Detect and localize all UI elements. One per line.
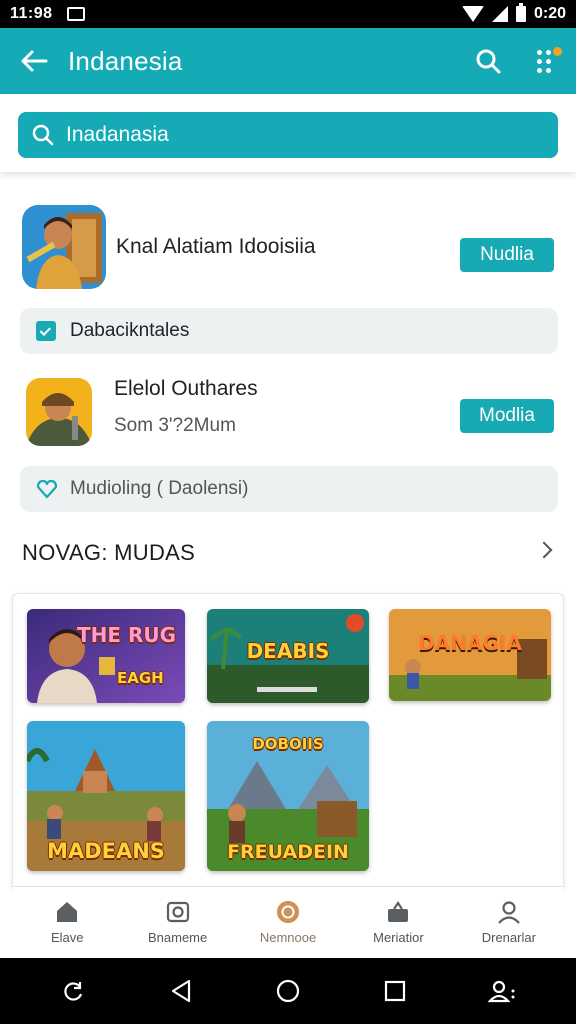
tile-title: FREUADEIN <box>227 841 349 863</box>
person-icon <box>498 901 520 924</box>
dots-grid-icon <box>537 49 551 73</box>
home-icon <box>57 902 78 922</box>
install-button[interactable]: Nudlia <box>460 238 554 272</box>
nav-item-camera[interactable]: Bnameme <box>122 887 232 958</box>
camera-icon <box>166 901 189 923</box>
more-menu-button[interactable] <box>516 33 572 89</box>
status-icons: 0:20 <box>461 3 566 23</box>
triangle-back-icon <box>171 979 190 1003</box>
search-input[interactable]: Inadanasia <box>18 112 558 158</box>
app-icon <box>26 378 92 446</box>
chip-label: Mudioling ( Daolensi) <box>70 478 249 499</box>
heart-outline-icon <box>36 479 58 499</box>
status-bar: 11:98 0:20 <box>0 0 576 28</box>
app-icon <box>22 205 106 289</box>
search-container: Inadanasia <box>0 94 576 172</box>
tile-subtitle: EAGH <box>117 669 164 687</box>
app-name: Knal Alatiam Idooisiia <box>116 235 316 258</box>
game-tile[interactable]: THE RUG EAGH <box>27 609 185 703</box>
nav-item-active[interactable]: Nemnooe <box>233 887 343 958</box>
game-tile[interactable]: DOBOIIS FREUADEIN <box>207 721 369 871</box>
search-icon <box>476 49 501 74</box>
square-recents-icon <box>385 980 406 1002</box>
tile-title: DANAGIA <box>418 631 522 655</box>
app-bar: Indanesia <box>0 28 576 94</box>
rotate-button[interactable] <box>54 971 94 1011</box>
account-nav-button[interactable] <box>482 971 522 1011</box>
back-button[interactable] <box>0 28 68 94</box>
search-button[interactable] <box>460 33 516 89</box>
tile-title: THE RUG <box>77 623 177 647</box>
notification-dot <box>553 47 562 56</box>
filter-chip[interactable]: Dabacikntales <box>20 308 558 354</box>
nav-label: Drenarlar <box>481 930 536 945</box>
recents-nav-button[interactable] <box>375 971 415 1011</box>
nav-label: Elave <box>50 930 84 945</box>
nav-label: Nemnooe <box>259 930 317 945</box>
search-icon <box>32 124 54 146</box>
app-list-item[interactable]: Elelol Outhares Som 3'?2Mum Modlia <box>0 377 576 447</box>
checkbox-icon <box>36 321 56 341</box>
search-value: Inadanasia <box>66 123 169 146</box>
chevron-right-icon[interactable] <box>535 541 553 559</box>
home-nav-button[interactable] <box>268 971 308 1011</box>
rotate-icon <box>63 982 82 1001</box>
wifi-icon <box>461 6 484 22</box>
nav-item-home[interactable]: Elave <box>12 887 122 958</box>
app-info: Elelol Outhares Som 3'?2Mum <box>114 377 258 437</box>
back-nav-button[interactable] <box>161 971 201 1011</box>
filter-chip[interactable]: Mudioling ( Daolensi) <box>20 466 558 512</box>
status-time: 11:98 <box>10 5 53 22</box>
game-tile[interactable]: DANAGIA <box>389 609 551 701</box>
app-subtitle: Som 3'?2Mum <box>114 415 236 436</box>
status-clock-right: 0:20 <box>533 5 566 22</box>
install-button[interactable]: Modlia <box>460 399 554 433</box>
game-tile[interactable]: MADEANS <box>27 721 185 871</box>
person-icon <box>487 980 515 1003</box>
signal-icon <box>491 6 508 22</box>
bottom-navigation: Elave Bnameme Nemnooe Meriatior Drenarla… <box>12 886 564 958</box>
tile-subtitle: DOBOIIS <box>252 735 324 753</box>
nav-item-profile[interactable]: Drenarlar <box>454 887 564 958</box>
arrow-left-icon <box>21 50 48 72</box>
nav-item-bag[interactable]: Meriatior <box>343 887 453 958</box>
circle-icon <box>276 900 300 924</box>
nav-label: Bnameme <box>147 930 208 945</box>
games-grid: THE RUG EAGH DEABIS DANAGIA MADEANS DOBO… <box>12 593 564 893</box>
chip-label: Dabacikntales <box>70 320 190 341</box>
app-list-item[interactable]: Knal Alatiam Idooisiia Nudlia <box>0 205 576 289</box>
circle-home-icon <box>276 979 300 1003</box>
system-navigation-bar <box>0 958 576 1024</box>
app-name: Elelol Outhares <box>114 377 258 400</box>
bag-icon <box>388 901 409 922</box>
battery-icon <box>515 3 526 22</box>
tile-title: MADEANS <box>47 839 165 863</box>
notification-icon <box>66 7 85 21</box>
section-title: NOVAG: MUDAS <box>22 540 196 565</box>
tile-title: DEABIS <box>246 639 330 663</box>
nav-label: Meriatior <box>373 930 424 945</box>
game-tile[interactable]: DEABIS <box>207 609 369 703</box>
app-info: Knal Alatiam Idooisiia <box>116 235 316 259</box>
page-title: Indanesia <box>68 45 183 76</box>
